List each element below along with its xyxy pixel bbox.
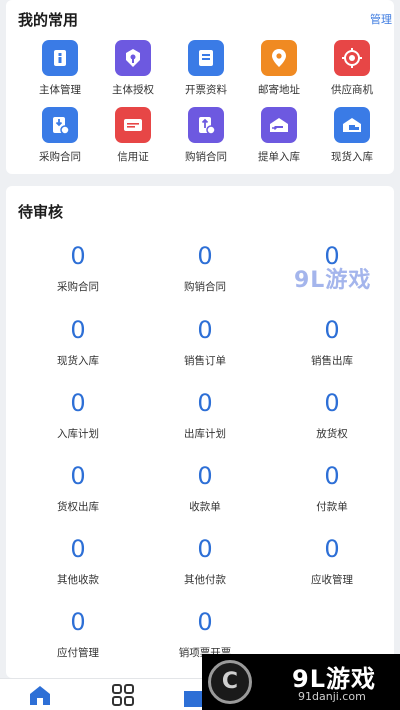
pending-item-sales-order[interactable]: 0 销售订单 (145, 316, 265, 368)
pending-count: 0 (197, 389, 213, 417)
watermark-logo-top: 9L游戏 (294, 268, 372, 293)
tab-apps[interactable] (108, 683, 138, 707)
pending-item-title-outbound[interactable]: 0 货权出库 (18, 462, 138, 514)
pending-title: 待审核 (18, 203, 64, 221)
pending-count: 0 (70, 535, 86, 563)
invoice-info-icon (188, 40, 224, 76)
pending-item-sales-contract[interactable]: 0 购销合同 (145, 242, 265, 294)
pending-label: 采购合同 (57, 281, 99, 293)
pending-review-card: 待审核 0 采购合同 0 购销合同 0 0 现货入库 0 销售订单 0 销售出库… (6, 186, 394, 678)
pending-count: 0 (324, 316, 340, 344)
fav-item-letter-of-credit[interactable]: 信用证 (94, 107, 172, 164)
fav-label: 主体授权 (112, 84, 154, 96)
fav-label: 提单入库 (258, 151, 300, 163)
pending-count: 0 (197, 462, 213, 490)
fav-item-entity-authorization[interactable]: 主体授权 (94, 40, 172, 97)
pending-count: 0 (70, 608, 86, 636)
watermark-banner: C 9L游戏 91danji.com (202, 654, 400, 710)
fav-item-bill-inbound[interactable]: 提单入库 (240, 107, 318, 164)
fav-item-mailing-address[interactable]: 邮寄地址 (240, 40, 318, 97)
watermark-brand: 9L游戏 (292, 665, 376, 693)
favorites-card: 我的常用 管理 主体管理 主体授权 开票资料 邮寄地址 供应商机 采购合同 信用… (6, 0, 394, 174)
spot-inbound-icon (334, 107, 370, 143)
pending-label: 货权出库 (57, 501, 99, 513)
authorization-icon (115, 40, 151, 76)
pending-label: 出库计划 (184, 428, 226, 440)
pending-item-other-receipt[interactable]: 0 其他收款 (18, 535, 138, 587)
pending-count: 0 (197, 316, 213, 344)
credit-card-icon (115, 107, 151, 143)
location-pin-icon (261, 40, 297, 76)
fav-item-invoice-info[interactable]: 开票资料 (167, 40, 245, 97)
pending-item-receipt[interactable]: 0 收款单 (145, 462, 265, 514)
pending-count: 0 (197, 242, 213, 270)
pending-label: 应付管理 (57, 647, 99, 659)
pending-item-purchase-contract[interactable]: 0 采购合同 (18, 242, 138, 294)
pending-item-spot-inbound[interactable]: 0 现货入库 (18, 316, 138, 368)
pending-count: 0 (324, 462, 340, 490)
pending-count: 0 (70, 242, 86, 270)
fav-label: 购销合同 (185, 151, 227, 163)
target-icon (334, 40, 370, 76)
home-icon (30, 686, 50, 705)
pending-label: 购销合同 (184, 281, 226, 293)
fav-item-sales-contract[interactable]: 购销合同 (167, 107, 245, 164)
pending-label: 销售出库 (311, 355, 353, 367)
fav-label: 供应商机 (331, 84, 373, 96)
watermark-emblem-icon: C (208, 660, 252, 704)
sales-contract-icon (188, 107, 224, 143)
pending-label: 销售订单 (184, 355, 226, 367)
pending-label: 付款单 (316, 501, 348, 513)
watermark-site: 91danji.com (298, 690, 366, 703)
pending-count: 0 (197, 535, 213, 563)
pending-label: 应收管理 (311, 574, 353, 586)
fav-label: 主体管理 (39, 84, 81, 96)
pending-label: 入库计划 (57, 428, 99, 440)
pending-item-receivables[interactable]: 0 应收管理 (272, 535, 392, 587)
pending-label: 其他收款 (57, 574, 99, 586)
pending-item-payables[interactable]: 0 应付管理 (18, 608, 138, 660)
pending-count: 0 (70, 316, 86, 344)
grid-icon (112, 684, 134, 706)
pending-item-other-payment[interactable]: 0 其他付款 (145, 535, 265, 587)
pending-item-sales-outbound[interactable]: 0 销售出库 (272, 316, 392, 368)
fav-label: 信用证 (117, 151, 149, 163)
pending-item-outbound-plan[interactable]: 0 出库计划 (145, 389, 265, 441)
pending-item-payment[interactable]: 0 付款单 (272, 462, 392, 514)
pending-item-release-right[interactable]: 0 放货权 (272, 389, 392, 441)
pending-label: 收款单 (189, 501, 221, 513)
favorites-title: 我的常用 (18, 11, 79, 29)
bill-inbound-icon (261, 107, 297, 143)
manage-link[interactable]: 管理 (370, 11, 392, 27)
fav-item-entity-management[interactable]: 主体管理 (21, 40, 99, 97)
pending-item-output-invoice[interactable]: 0 销项票开票 (145, 608, 265, 660)
pending-count: 0 (197, 608, 213, 636)
purchase-contract-icon (42, 107, 78, 143)
fav-label: 开票资料 (185, 84, 227, 96)
pending-count: 0 (324, 389, 340, 417)
pending-count: 0 (324, 535, 340, 563)
fav-item-supplier-opportunity[interactable]: 供应商机 (313, 40, 391, 97)
fav-label: 现货入库 (331, 151, 373, 163)
pending-label: 放货权 (316, 428, 348, 440)
id-card-icon (42, 40, 78, 76)
pending-count: 0 (70, 389, 86, 417)
pending-count: 0 (70, 462, 86, 490)
fav-label: 采购合同 (39, 151, 81, 163)
fav-item-purchase-contract[interactable]: 采购合同 (21, 107, 99, 164)
fav-label: 邮寄地址 (258, 84, 300, 96)
pending-label: 其他付款 (184, 574, 226, 586)
tab-home[interactable] (25, 683, 55, 707)
pending-label: 现货入库 (57, 355, 99, 367)
pending-item-inbound-plan[interactable]: 0 入库计划 (18, 389, 138, 441)
fav-item-spot-inbound[interactable]: 现货入库 (313, 107, 391, 164)
